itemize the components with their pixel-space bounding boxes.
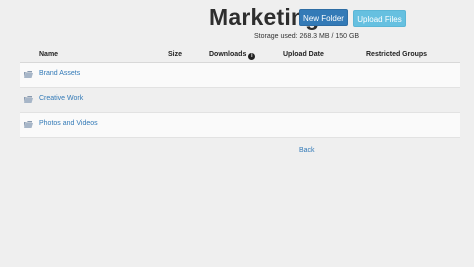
info-icon[interactable]: i	[248, 53, 256, 60]
folder-icon	[24, 71, 33, 78]
table-row: Photos and Videos	[20, 113, 460, 138]
column-header-restricted-groups[interactable]: Restricted Groups	[366, 51, 427, 58]
table-header: Name Size Downloads i Upload Date Restric…	[20, 47, 460, 63]
page: Marketing New Folder Upload Files Storag…	[0, 0, 474, 267]
upload-files-button[interactable]: Upload Files	[353, 10, 406, 27]
column-header-upload-date[interactable]: Upload Date	[283, 51, 324, 58]
folder-link-brand-assets[interactable]: Brand Assets	[39, 70, 80, 77]
column-header-size[interactable]: Size	[168, 51, 182, 58]
storage-usage: Storage used: 268.3 MB / 150 GB	[254, 33, 360, 40]
folder-link-creative-work[interactable]: Creative Work	[39, 95, 83, 102]
folder-link-photos-and-videos[interactable]: Photos and Videos	[39, 120, 98, 127]
column-header-name[interactable]: Name	[39, 51, 58, 58]
column-header-downloads-label: Downloads	[209, 51, 247, 58]
table-row: Creative Work	[20, 88, 460, 113]
new-folder-button[interactable]: New Folder	[299, 9, 348, 26]
table-row: Brand Assets	[20, 63, 460, 88]
back-link[interactable]: Back	[299, 147, 315, 154]
files-table: Name Size Downloads i Upload Date Restric…	[20, 47, 460, 138]
folder-icon	[24, 96, 33, 103]
column-header-downloads[interactable]: Downloads i	[209, 51, 256, 60]
folder-icon	[24, 121, 33, 128]
